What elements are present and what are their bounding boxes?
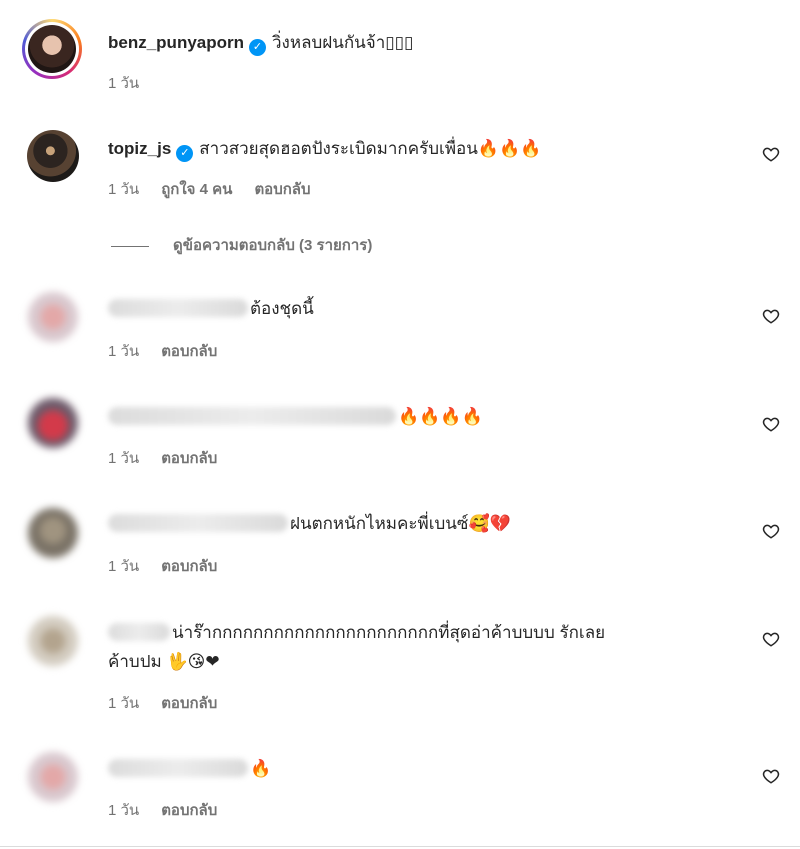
comment-line: ต้องชุดนี้	[108, 297, 314, 321]
comment-meta: 1 วัน ตอบกลับ	[108, 798, 239, 822]
comment-username-blurred[interactable]	[108, 623, 170, 641]
comment-line: 🔥🔥🔥🔥	[108, 405, 483, 429]
comment-time[interactable]: 1 วัน	[108, 343, 139, 360]
comment-emoji: 🖖😘❤	[166, 652, 220, 672]
comment-meta: 1 วัน ตอบกลับ	[108, 554, 239, 578]
heart-outline-icon[interactable]	[762, 307, 780, 325]
comment-line: topiz_js ✓ สาวสวยสุดฮอตปังระเบิดมากครับเพื…	[108, 137, 541, 162]
comment-emoji: 🔥🔥🔥	[477, 139, 542, 159]
caption-avatar-ring[interactable]	[22, 19, 82, 79]
comment-text-continued: ค้าบปม	[108, 652, 162, 671]
caption-time[interactable]: 1 วัน	[108, 75, 139, 92]
comment-emoji: 🔥	[250, 759, 272, 779]
comment-username-blurred[interactable]	[108, 514, 288, 532]
caption-text: วิ่งหลบฝนกันจ้า▯▯▯	[272, 33, 414, 52]
comment-avatar[interactable]	[28, 752, 78, 802]
comment-line: ฝนตกหนักไหมคะพี่เบนซ์🥰💔	[108, 512, 511, 536]
comment-line-continued: ค้าบปม 🖖😘❤	[108, 650, 220, 674]
caption-avatar	[28, 25, 76, 73]
comment-text: ต้องชุดนี้	[250, 299, 314, 318]
comment-emoji: 🥰💔	[468, 514, 511, 534]
comment-meta: 1 วัน ตอบกลับ	[108, 339, 239, 363]
heart-outline-icon[interactable]	[762, 767, 780, 785]
reply-button[interactable]: ตอบกลับ	[161, 343, 217, 360]
caption-line: benz_punyaporn ✓ วิ่งหลบฝนกันจ้า▯▯▯	[108, 31, 413, 56]
caption-username[interactable]: benz_punyaporn	[108, 33, 244, 52]
verified-badge-icon: ✓	[176, 145, 194, 162]
heart-outline-icon[interactable]	[762, 630, 780, 648]
divider	[0, 846, 800, 847]
heart-outline-icon[interactable]	[762, 145, 780, 163]
reply-button[interactable]: ตอบกลับ	[161, 558, 217, 575]
comment-meta: 1 วัน ถูกใจ 4 คน ตอบกลับ	[108, 177, 333, 201]
comment-line: น่าร๊ากกกกกกกกกกกกกกกกกกกกกกที่สุดอ่าค้า…	[108, 621, 605, 645]
comment-time[interactable]: 1 วัน	[108, 181, 139, 198]
comment-line: 🔥	[108, 757, 271, 781]
comment-time[interactable]: 1 วัน	[108, 450, 139, 467]
comment-time[interactable]: 1 วัน	[108, 802, 139, 819]
view-replies-dash	[111, 245, 149, 247]
comment-time[interactable]: 1 วัน	[108, 695, 139, 712]
comment-avatar[interactable]	[28, 616, 78, 666]
reply-button[interactable]: ตอบกลับ	[254, 181, 310, 198]
comment-avatar[interactable]	[27, 130, 79, 182]
comment-username[interactable]: topiz_js	[108, 139, 171, 158]
comment-emoji: 🔥🔥🔥🔥	[398, 407, 483, 427]
heart-outline-icon[interactable]	[762, 522, 780, 540]
comment-meta: 1 วัน ตอบกลับ	[108, 691, 239, 715]
comment-username-blurred[interactable]	[108, 407, 396, 425]
heart-outline-icon[interactable]	[762, 415, 780, 433]
view-replies-label: ดูข้อความตอบกลับ (3 รายการ)	[173, 237, 373, 254]
comment-avatar[interactable]	[28, 292, 78, 342]
comment-meta: 1 วัน ตอบกลับ	[108, 446, 239, 470]
comment-likes[interactable]: ถูกใจ 4 คน	[161, 181, 232, 198]
comment-username-blurred[interactable]	[108, 299, 248, 317]
comment-avatar[interactable]	[28, 398, 78, 448]
reply-button[interactable]: ตอบกลับ	[161, 450, 217, 467]
comment-time[interactable]: 1 วัน	[108, 558, 139, 575]
verified-badge-icon: ✓	[249, 39, 267, 56]
comment-text: ฝนตกหนักไหมคะพี่เบนซ์	[290, 514, 469, 533]
comment-text: สาวสวยสุดฮอตปังระเบิดมากครับเพื่อน	[199, 139, 478, 158]
comment-avatar[interactable]	[28, 508, 78, 558]
comment-text: น่าร๊ากกกกกกกกกกกกกกกกกกกกกกที่สุดอ่าค้า…	[172, 623, 606, 642]
reply-button[interactable]: ตอบกลับ	[161, 802, 217, 819]
comment-username-blurred[interactable]	[108, 759, 248, 777]
view-replies-button[interactable]: ดูข้อความตอบกลับ (3 รายการ)	[111, 233, 372, 257]
caption-meta: 1 วัน	[108, 71, 161, 95]
reply-button[interactable]: ตอบกลับ	[161, 695, 217, 712]
